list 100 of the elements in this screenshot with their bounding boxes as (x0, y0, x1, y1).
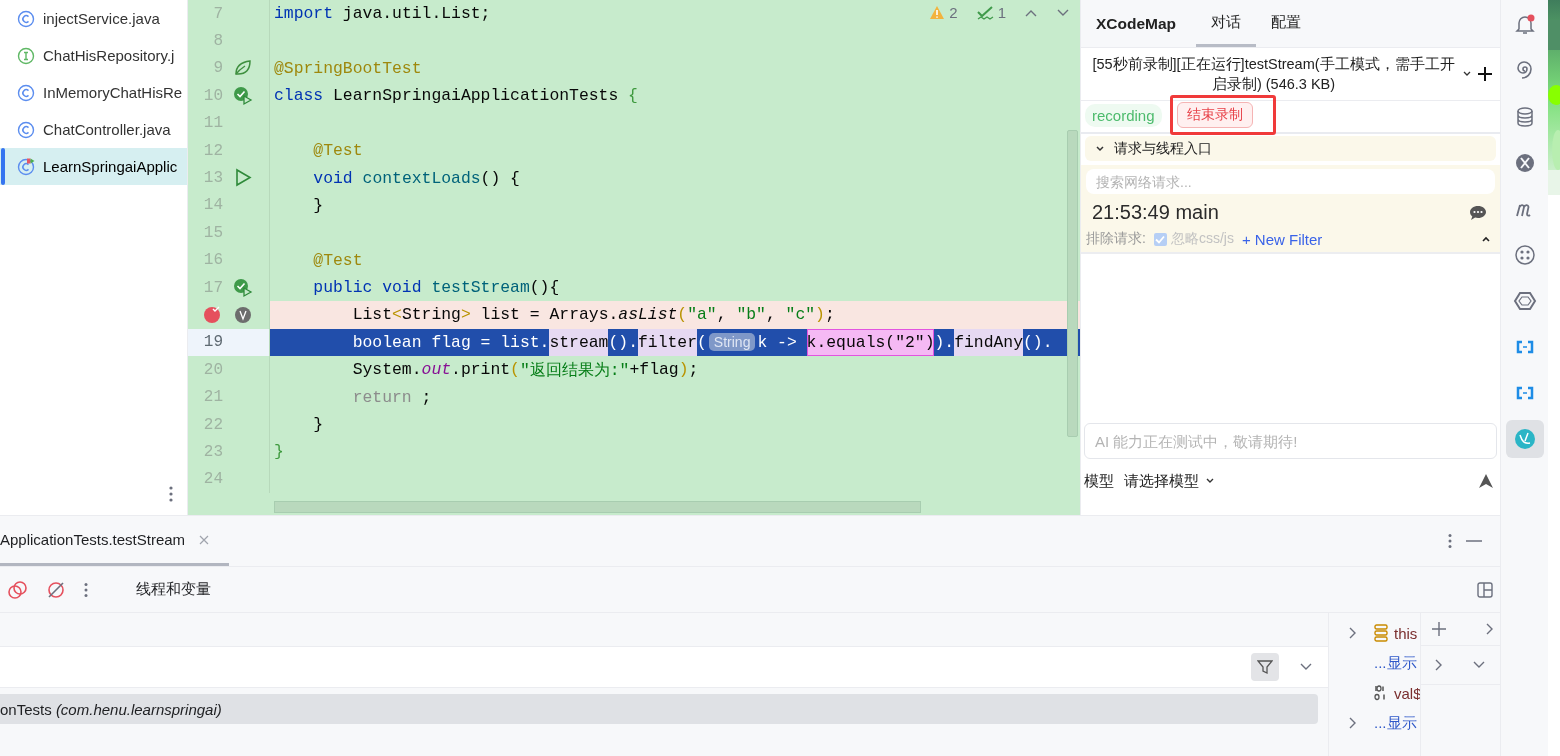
chevron-down-icon (1205, 477, 1215, 485)
code-line: @Test (312, 249, 363, 272)
code-line: } (312, 194, 324, 217)
more-icon[interactable] (169, 485, 173, 503)
exclude-label: 排除请求: (1086, 230, 1146, 248)
code-line: } (274, 441, 284, 464)
binary-icon (1374, 685, 1388, 701)
view-breakpoints-icon[interactable] (8, 579, 28, 600)
line-number: 24 (202, 470, 223, 489)
more-icon[interactable] (84, 581, 88, 598)
send-icon[interactable] (1478, 473, 1494, 489)
model-label: 模型 (1084, 471, 1114, 491)
class-icon (17, 120, 35, 139)
notifications-icon (1512, 13, 1537, 37)
chevron-down-icon[interactable] (1462, 70, 1472, 78)
warning-icon (929, 5, 946, 20)
horizontal-scrollbar[interactable] (274, 501, 921, 513)
line-number: 14 (202, 196, 223, 215)
line-number: 10 (202, 86, 223, 105)
plugin-tool-button[interactable] (1505, 420, 1544, 458)
chat-icon[interactable] (1469, 204, 1487, 221)
new-filter-link[interactable]: + New Filter (1241, 230, 1323, 248)
filter-icon (1257, 659, 1273, 675)
section-header[interactable]: 请求与线程入口 (1085, 136, 1496, 161)
object-icon (1374, 624, 1388, 642)
code-line: @Test (312, 140, 363, 163)
code-line: } (312, 414, 324, 437)
test-passed-icon[interactable] (233, 277, 253, 298)
hexagon-icon (1512, 289, 1537, 313)
line-number: 15 (202, 223, 223, 242)
recording-status: recording (1085, 103, 1162, 127)
plugin-icon (1512, 427, 1537, 451)
more-icon[interactable] (1448, 533, 1452, 549)
plus-icon[interactable] (1478, 67, 1492, 81)
check-count: 1 (997, 4, 1006, 21)
model-dropdown[interactable]: 请选择模型 (1124, 471, 1215, 491)
file-item[interactable]: InMemoryChatHisRe (0, 74, 187, 111)
chevron-up-icon[interactable] (1481, 235, 1491, 243)
search-field[interactable]: 搜索网络请求... (1086, 169, 1495, 194)
chevron-right-icon[interactable] (1486, 623, 1494, 635)
type-hint: String (708, 333, 756, 352)
thread-label[interactable]: 21:53:49 main (1092, 201, 1219, 224)
breakpoint-icon[interactable] (203, 305, 223, 325)
code-line: System.out.print("返回结果为:"+flag); (351, 359, 699, 382)
code-line: List<String> list = Arrays.asList("a", "b", "c"); (351, 304, 835, 327)
line-number: 12 (202, 141, 223, 160)
chevron-right-icon[interactable] (1349, 627, 1357, 639)
four-dots-icon (1512, 243, 1537, 267)
file-item[interactable]: ChatHisRepository.j (0, 37, 187, 74)
minimize-icon[interactable] (1466, 539, 1482, 543)
filter-button[interactable] (1251, 653, 1279, 681)
line-number: 22 (202, 415, 223, 434)
panel-tab[interactable]: 对话 (1196, 0, 1257, 47)
code-line: import java.util.List; (274, 3, 491, 26)
interface-icon (17, 46, 35, 65)
line-number: 19 (202, 333, 223, 352)
file-item[interactable]: LearnSpringaiApplic (0, 148, 187, 185)
code-line: @SpringBootTest (274, 57, 422, 80)
chat-input[interactable]: AI 能力正在测试中，敬请期待! (1084, 423, 1497, 459)
line-number: 16 (202, 251, 223, 270)
variable-name[interactable]: this (1394, 624, 1418, 642)
chevron-right-icon[interactable] (1349, 717, 1357, 729)
code-line: public void testStream(){ (312, 277, 560, 300)
line-number: 20 (202, 360, 223, 379)
class-icon (17, 83, 35, 102)
panel-title: XCodeMap (1096, 14, 1177, 33)
close-icon[interactable] (199, 534, 210, 545)
file-item[interactable]: injectService.java (0, 0, 187, 37)
code-line: class LearnSpringaiApplicationTests { (274, 85, 638, 108)
session-title: [55秒前录制][正在运行]testStream(手工模式，需手工开启录制) (546.3 KB) (1091, 55, 1456, 94)
test-passed-icon[interactable] (233, 85, 253, 106)
debug-tab[interactable]: ApplicationTests.testStream (0, 516, 230, 566)
class-icon (17, 157, 35, 176)
file-item[interactable]: ChatController.java (0, 111, 187, 148)
check-icon (975, 4, 994, 21)
run-icon[interactable] (233, 168, 253, 189)
line-number: 17 (202, 278, 223, 297)
class-icon (17, 9, 35, 28)
line-number: 11 (202, 114, 223, 133)
checkbox[interactable] (1153, 232, 1167, 246)
line-number: 21 (202, 388, 223, 407)
chevron-right-icon[interactable] (1435, 659, 1443, 671)
stack-frame[interactable]: onTests (com.henu.learnspringai) (0, 694, 1318, 724)
panel-tab[interactable]: 配置 (1256, 0, 1317, 47)
stop-recording-button[interactable]: 结束录制 (1176, 102, 1253, 128)
line-number: 9 (212, 59, 223, 78)
chevron-down-icon (1095, 144, 1105, 153)
checkbox-label: 忽略css/js (1170, 230, 1234, 248)
panel-title: 线程和变量 (136, 580, 211, 599)
line-number: 13 (202, 169, 223, 188)
warning-count: 2 (949, 4, 958, 21)
show-more-link[interactable]: ...显示 (1374, 713, 1417, 733)
mute-breakpoints-icon[interactable] (46, 579, 66, 600)
show-more-link[interactable]: ...显示 (1374, 653, 1417, 673)
code-line: return ; (351, 386, 432, 409)
code-line: boolean flag = list.stream().filter( String k -> k.equals("2")).findAny(). (274, 328, 1053, 357)
line-number: 7 (212, 4, 223, 23)
vertical-scrollbar[interactable] (1067, 130, 1078, 437)
layout-icon[interactable] (1477, 581, 1493, 598)
line-number: 8 (212, 32, 223, 51)
